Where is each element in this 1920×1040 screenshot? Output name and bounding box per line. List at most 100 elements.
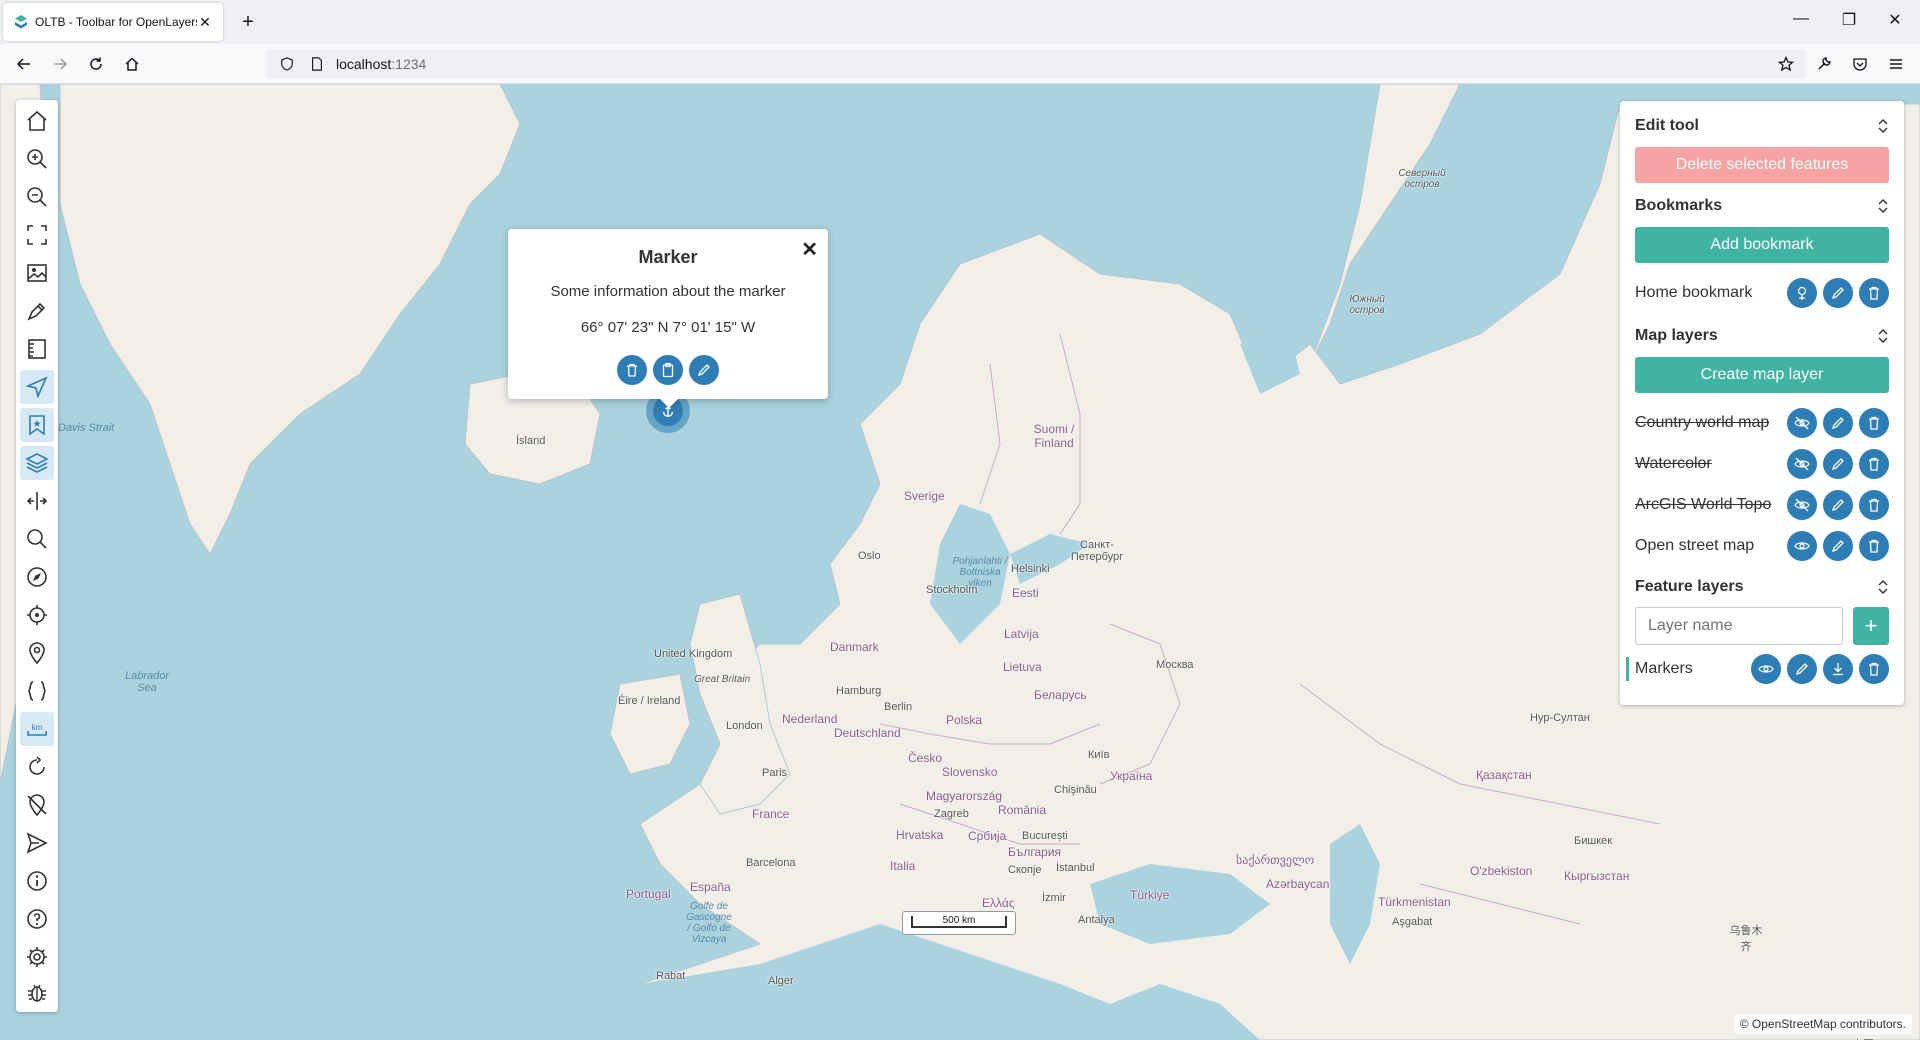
map-layer-edit-button[interactable]: [1823, 490, 1853, 520]
fullscreen-tool-button[interactable]: [20, 218, 54, 252]
zoom-in-tool-button[interactable]: [20, 142, 54, 176]
eye-icon: [1758, 665, 1774, 673]
popup-delete-button[interactable]: [617, 355, 647, 385]
my-location-tool-button[interactable]: [20, 598, 54, 632]
window-close-icon[interactable]: ✕: [1872, 10, 1918, 30]
map-label-iceland: Ísland: [516, 435, 546, 447]
help-tool-button[interactable]: [20, 902, 54, 936]
map-label-kyrgyzstan: Кыргызстан: [1564, 869, 1630, 883]
info-tool-button[interactable]: [20, 864, 54, 898]
shield-icon[interactable]: [280, 57, 294, 71]
feature-layer-visibility-button[interactable]: [1751, 654, 1781, 684]
map-layers-collapse-icon[interactable]: [1876, 328, 1890, 344]
eye-off-icon: [1794, 457, 1810, 471]
restore-icon[interactable]: ❐: [1826, 10, 1872, 30]
json-tool-button[interactable]: [20, 674, 54, 708]
popup-edit-button[interactable]: [689, 355, 719, 385]
map-label-hrvatska: Hrvatska: [896, 828, 944, 842]
browser-tab[interactable]: OLTB - Toolbar for OpenLayers ✕: [3, 3, 223, 41]
home-icon[interactable]: [120, 52, 144, 76]
tab-close-icon[interactable]: ✕: [197, 14, 213, 31]
map-attribution[interactable]: © OpenStreetMap contributors.: [1733, 1014, 1912, 1034]
map-layer-visibility-button[interactable]: [1787, 449, 1817, 479]
map-layer-visibility-button[interactable]: [1787, 490, 1817, 520]
popup-title: Marker: [638, 247, 698, 267]
map-layer-delete-button[interactable]: [1859, 449, 1889, 479]
bookmark-goto-button[interactable]: [1787, 278, 1817, 308]
trash-icon: [1869, 498, 1879, 512]
add-bookmark-button[interactable]: Add bookmark: [1635, 227, 1889, 263]
create-map-layer-button[interactable]: Create map layer: [1635, 357, 1889, 393]
map-layer-visibility-button[interactable]: [1787, 408, 1817, 438]
feature-layer-edit-button[interactable]: [1787, 654, 1817, 684]
settings-tool-button[interactable]: [20, 940, 54, 974]
bookmark-tool-button[interactable]: [20, 408, 54, 442]
map-layer-delete-button[interactable]: [1859, 490, 1889, 520]
map-layer-edit-button[interactable]: [1823, 408, 1853, 438]
compass-tool-button[interactable]: [20, 560, 54, 594]
map-layer-visibility-button[interactable]: [1787, 531, 1817, 561]
scale-line-tool-button[interactable]: km: [20, 712, 54, 746]
map-label-bulgaria: България: [1008, 845, 1062, 859]
search-tool-button[interactable]: [20, 522, 54, 556]
map-label-georgia: საქართველო: [1236, 853, 1315, 867]
map-label-danmark: Danmark: [830, 640, 879, 654]
new-tab-icon[interactable]: +: [236, 10, 260, 34]
map-layer-delete-button[interactable]: [1859, 531, 1889, 561]
map-label-finland: Suomi / Finland: [1033, 422, 1075, 450]
zoom-out-tool-button[interactable]: [20, 180, 54, 214]
pin-off-icon: [27, 794, 47, 817]
feature-layer-delete-button[interactable]: [1859, 654, 1889, 684]
reload-icon[interactable]: [84, 52, 108, 76]
refresh-tool-button[interactable]: [20, 750, 54, 784]
split-view-tool-button[interactable]: [20, 484, 54, 518]
map-layer-delete-button[interactable]: [1859, 408, 1889, 438]
map-label-srbija: Србија: [968, 829, 1007, 843]
bookmark-edit-button[interactable]: [1823, 278, 1853, 308]
bookmark-star-icon[interactable]: [1774, 52, 1798, 76]
feature-layers-collapse-icon[interactable]: [1876, 579, 1890, 595]
pocket-icon[interactable]: [1848, 52, 1872, 76]
feature-layer-row[interactable]: Markers: [1635, 651, 1889, 687]
debug-tool-button[interactable]: [20, 976, 54, 1010]
search-icon: [27, 529, 47, 549]
back-icon[interactable]: [12, 52, 36, 76]
popup-actions: [508, 355, 828, 385]
delete-selected-features-button[interactable]: Delete selected features: [1635, 147, 1889, 183]
map-layer-edit-button[interactable]: [1823, 531, 1853, 561]
map-label-berlin: Berlin: [884, 701, 913, 713]
marker-tool-button[interactable]: [20, 636, 54, 670]
map-label-ozbekiston: O'zbekiston: [1470, 864, 1533, 878]
home-tool-button[interactable]: [20, 104, 54, 138]
trash-icon: [1869, 662, 1879, 676]
minimize-icon[interactable]: —: [1778, 10, 1824, 28]
map-label-oslo: Oslo: [858, 550, 881, 562]
bookmarks-collapse-icon[interactable]: [1876, 198, 1890, 214]
menu-icon[interactable]: [1884, 52, 1908, 76]
map-label-polska: Polska: [946, 713, 983, 727]
map-label-great-britain: Great Britain: [694, 674, 751, 685]
draw-tool-button[interactable]: [20, 294, 54, 328]
forward-icon[interactable]: [48, 52, 72, 76]
send-tool-button[interactable]: [20, 826, 54, 860]
bookmark-delete-button[interactable]: [1859, 278, 1889, 308]
export-png-tool-button[interactable]: [20, 256, 54, 290]
popup-coordinates: 66° 07' 23" N 7° 01' 15" W: [580, 319, 756, 336]
map-layer-edit-button[interactable]: [1823, 449, 1853, 479]
popup-copy-button[interactable]: [653, 355, 683, 385]
wrench-icon[interactable]: [1812, 52, 1836, 76]
layers-tool-button[interactable]: [20, 446, 54, 480]
map-label-antalya: Antalya: [1078, 914, 1115, 926]
layer-name-input[interactable]: [1635, 607, 1843, 645]
direction-tool-button[interactable]: [20, 370, 54, 404]
add-feature-layer-button[interactable]: +: [1853, 607, 1889, 645]
edit-tool-collapse-icon[interactable]: [1876, 118, 1890, 134]
info-icon: [27, 871, 47, 891]
url-bar[interactable]: localhost:1234: [266, 49, 1806, 79]
measure-tool-button[interactable]: [20, 332, 54, 366]
feature-layer-label: Markers: [1635, 660, 1693, 677]
map-label-gulf-biscay: Golfe de Gascogne / Golfo de Vizcaya: [686, 901, 732, 945]
marker-popup: ✕ Marker Some information about the mark…: [508, 229, 828, 408]
hide-features-tool-button[interactable]: [20, 788, 54, 822]
feature-layer-download-button[interactable]: [1823, 654, 1853, 684]
